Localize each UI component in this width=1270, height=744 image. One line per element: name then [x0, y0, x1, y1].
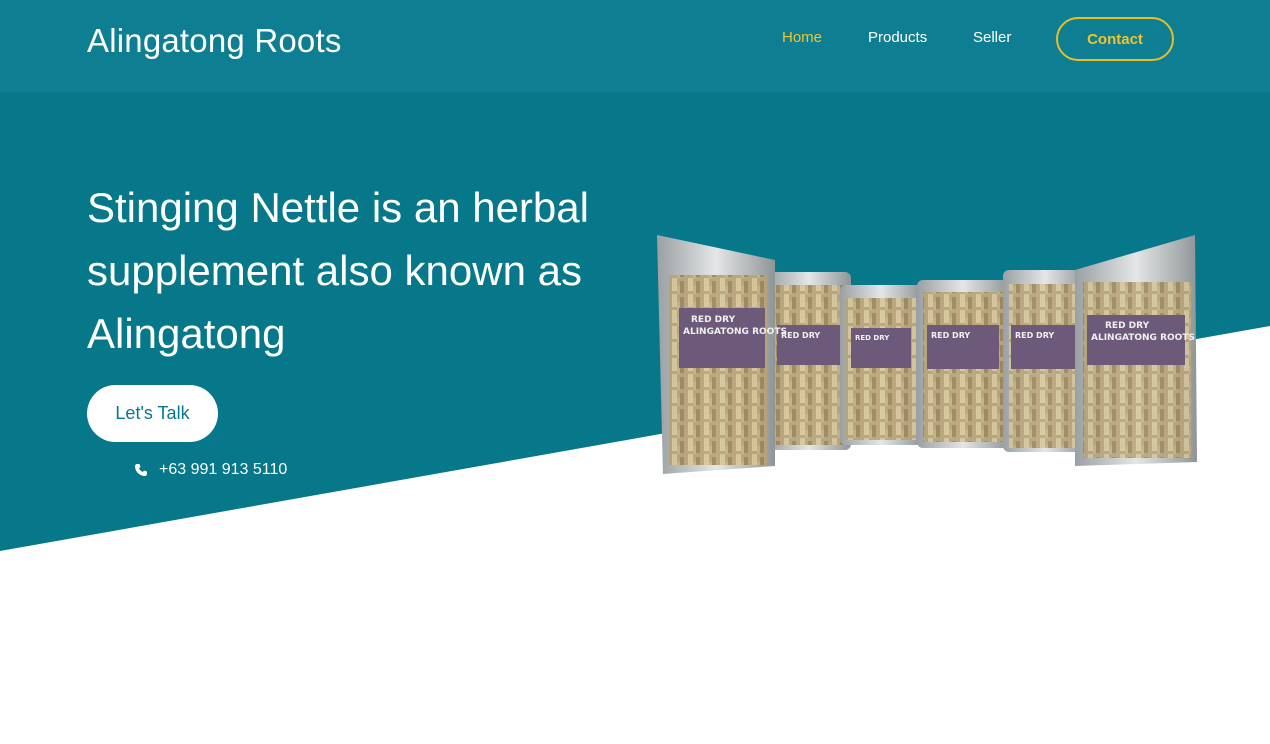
hero-headline: Stinging Nettle is an herbal supplement … [87, 184, 589, 357]
bag-label-line2-f: ALINGATONG ROOTS [1091, 333, 1195, 343]
bag-2 [767, 272, 851, 450]
contact-button[interactable]: Contact [1056, 17, 1174, 61]
bag-label-line1-e: RED DRY [1015, 331, 1054, 340]
bag-4 [917, 280, 1009, 448]
brand-logo-text[interactable]: Alingatong Roots [87, 22, 342, 60]
bag-1 [657, 235, 775, 474]
bag-label-line2: ALINGATONG ROOTS [683, 327, 787, 337]
bag-label-line1-d: RED DRY [931, 331, 970, 340]
phone-number: +63 991 913 5110 [159, 461, 288, 478]
bag-label-line1-b: RED DRY [781, 331, 820, 340]
bag-label-line1-f: RED DRY [1105, 321, 1150, 331]
bag-5 [1003, 270, 1087, 452]
navbar: Alingatong Roots Home Products Seller Co… [0, 0, 1270, 92]
bag-6 [1075, 235, 1197, 466]
phone-contact[interactable]: +63 991 913 5110 [134, 461, 287, 479]
nav-home[interactable]: Home [782, 29, 822, 46]
product-bags-image: RED DRY ALINGATONG ROOTS RED DRY RED DRY… [657, 235, 1197, 474]
bag-label-line1-c: RED DRY [855, 334, 890, 342]
phone-icon [134, 463, 148, 477]
lets-talk-button[interactable]: Let's Talk [87, 385, 218, 442]
bag-label-line1: RED DRY [691, 315, 736, 325]
nav-seller[interactable]: Seller [973, 29, 1011, 46]
bag-3 [840, 285, 922, 445]
nav-products[interactable]: Products [868, 29, 927, 46]
